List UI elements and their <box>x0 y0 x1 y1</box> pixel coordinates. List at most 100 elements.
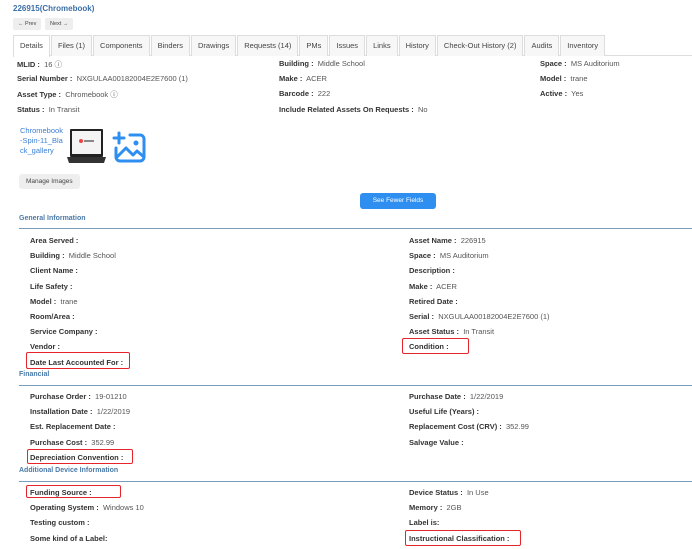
broken-image-alt[interactable]: Chromebook-Spin-11_Black_gallery <box>20 126 64 164</box>
field-label: Asset Name : <box>409 236 457 245</box>
field: Model : trane <box>30 297 78 306</box>
tab-audits[interactable]: Audits <box>524 35 560 56</box>
divider <box>19 385 692 386</box>
field-label: Operating System : <box>30 503 99 513</box>
field: Space : MS Auditorium <box>409 251 489 260</box>
field-label: Serial Number : <box>17 74 73 83</box>
field: Salvage Value : <box>409 438 466 447</box>
field-label: Label is: <box>409 518 440 528</box>
field-value: Yes <box>571 89 584 98</box>
field: Device Status : In Use <box>409 488 489 497</box>
tab-check-out-history-2[interactable]: Check-Out History (2) <box>436 35 524 56</box>
field-value: 226915 <box>460 236 486 245</box>
tab-history[interactable]: History <box>398 35 436 56</box>
tab-bar: Details Files (1) Components Binders Drawing… <box>13 35 692 57</box>
field-value: ACER <box>436 281 457 291</box>
field-value: MS Auditorium <box>570 59 620 68</box>
field-value: 19-01210 <box>95 392 127 401</box>
tab-details[interactable]: Details <box>13 35 50 57</box>
field: Barcode : 222 <box>279 89 330 98</box>
field-label: Make : <box>279 74 303 83</box>
section-financial-title: Financial <box>19 371 50 378</box>
field-value: NXGULAA00182004E2E7600 (1) <box>76 74 188 83</box>
field-label: Asset Type : <box>17 90 62 99</box>
field-label: Make : <box>409 281 433 291</box>
field: Active : Yes <box>540 89 583 98</box>
highlight-box <box>27 449 133 464</box>
field-value: MS Auditorium <box>439 251 489 261</box>
field-label: Memory : <box>409 503 443 513</box>
field-value: Windows 10 <box>102 503 144 513</box>
field-value: 352.99 <box>505 422 529 432</box>
tab-pms[interactable]: PMs <box>299 35 329 56</box>
field-value: In Transit <box>463 327 495 337</box>
field: Asset Status : In Transit <box>409 327 494 336</box>
field-label: Space : <box>409 251 436 261</box>
field: Building : Middle School <box>279 59 365 68</box>
field: Serial Number : NXGULAA00182004E2E7600 (… <box>17 74 188 83</box>
add-image-icon[interactable] <box>112 130 146 164</box>
tab-issues[interactable]: Issues <box>329 35 366 56</box>
field-label: Barcode : <box>279 89 314 98</box>
tab-requests-14[interactable]: Requests (14) <box>237 35 299 56</box>
field-label: Model : <box>30 296 57 306</box>
divider <box>19 481 692 482</box>
field-label: Useful Life (Years) : <box>409 407 480 417</box>
field-label: Client Name : <box>30 266 78 276</box>
field: Asset Type : Chromebook ⓘ <box>17 89 118 100</box>
field-label: Est. Replacement Date : <box>30 422 116 432</box>
tab-binders[interactable]: Binders <box>150 35 190 56</box>
field-value: Middle School <box>68 251 116 261</box>
field-label: Space : <box>540 59 567 68</box>
field: Include Related Assets On Requests : No <box>279 105 428 114</box>
field: Space : MS Auditorium <box>540 59 620 68</box>
field-label: Service Company : <box>30 327 98 337</box>
field-value: 352.99 <box>91 437 115 447</box>
field-value: Chromebook ⓘ <box>65 90 118 99</box>
see-fewer-fields-button[interactable]: See Fewer Fields <box>360 193 436 209</box>
tab-components[interactable]: Components <box>93 35 150 56</box>
highlight-box <box>405 530 521 546</box>
field: Useful Life (Years) : <box>409 407 481 416</box>
field: Label is: <box>409 518 442 527</box>
field: Est. Replacement Date : <box>30 422 118 431</box>
field: Model : trane <box>540 74 588 83</box>
manage-images-button[interactable]: Manage Images <box>19 174 80 189</box>
field-label: Room/Area : <box>30 312 75 321</box>
prev-button[interactable]: ← Prev <box>13 18 42 30</box>
field-label: Device Status : <box>409 488 463 497</box>
field: Area Served : <box>30 236 80 245</box>
divider <box>19 228 692 229</box>
field-label: Testing custom : <box>30 518 90 528</box>
tab-links[interactable]: Links <box>366 35 398 56</box>
field: Purchase Cost : 352.99 <box>30 438 114 447</box>
laptop-image[interactable] <box>66 127 107 166</box>
field: Testing custom : <box>30 518 92 527</box>
field: Vendor : <box>30 342 62 351</box>
field-label: Replacement Cost (CRV) : <box>409 422 502 432</box>
page-title: 226915(Chromebook) <box>13 4 95 13</box>
field: Client Name : <box>30 266 80 275</box>
field: Purchase Order : 19-01210 <box>30 392 127 401</box>
tab-inventory[interactable]: Inventory <box>560 35 606 56</box>
field: Life Safety : <box>30 282 75 291</box>
field-value: 2GB <box>446 503 462 513</box>
field-value: No <box>417 105 428 114</box>
field-value: In Transit <box>48 105 80 114</box>
field-label: Retired Date : <box>409 296 458 306</box>
field-label: Purchase Date : <box>409 392 466 401</box>
next-button[interactable]: Next → <box>45 18 74 30</box>
field-value: In Use <box>466 488 489 497</box>
field: Building : Middle School <box>30 251 116 260</box>
field-label: Building : <box>279 59 314 68</box>
field: Status : In Transit <box>17 105 80 114</box>
field-value: NXGULAA00182004E2E7600 (1) <box>438 312 550 321</box>
field-label: Active : <box>540 89 568 98</box>
field-label: Purchase Order : <box>30 392 91 401</box>
tab-drawings[interactable]: Drawings <box>191 35 237 56</box>
field: Operating System : Windows 10 <box>30 503 144 512</box>
field: Make : ACER <box>409 282 457 291</box>
field: Room/Area : <box>30 312 77 321</box>
field-value: ACER <box>306 74 327 83</box>
tab-files-1[interactable]: Files (1) <box>50 35 93 56</box>
